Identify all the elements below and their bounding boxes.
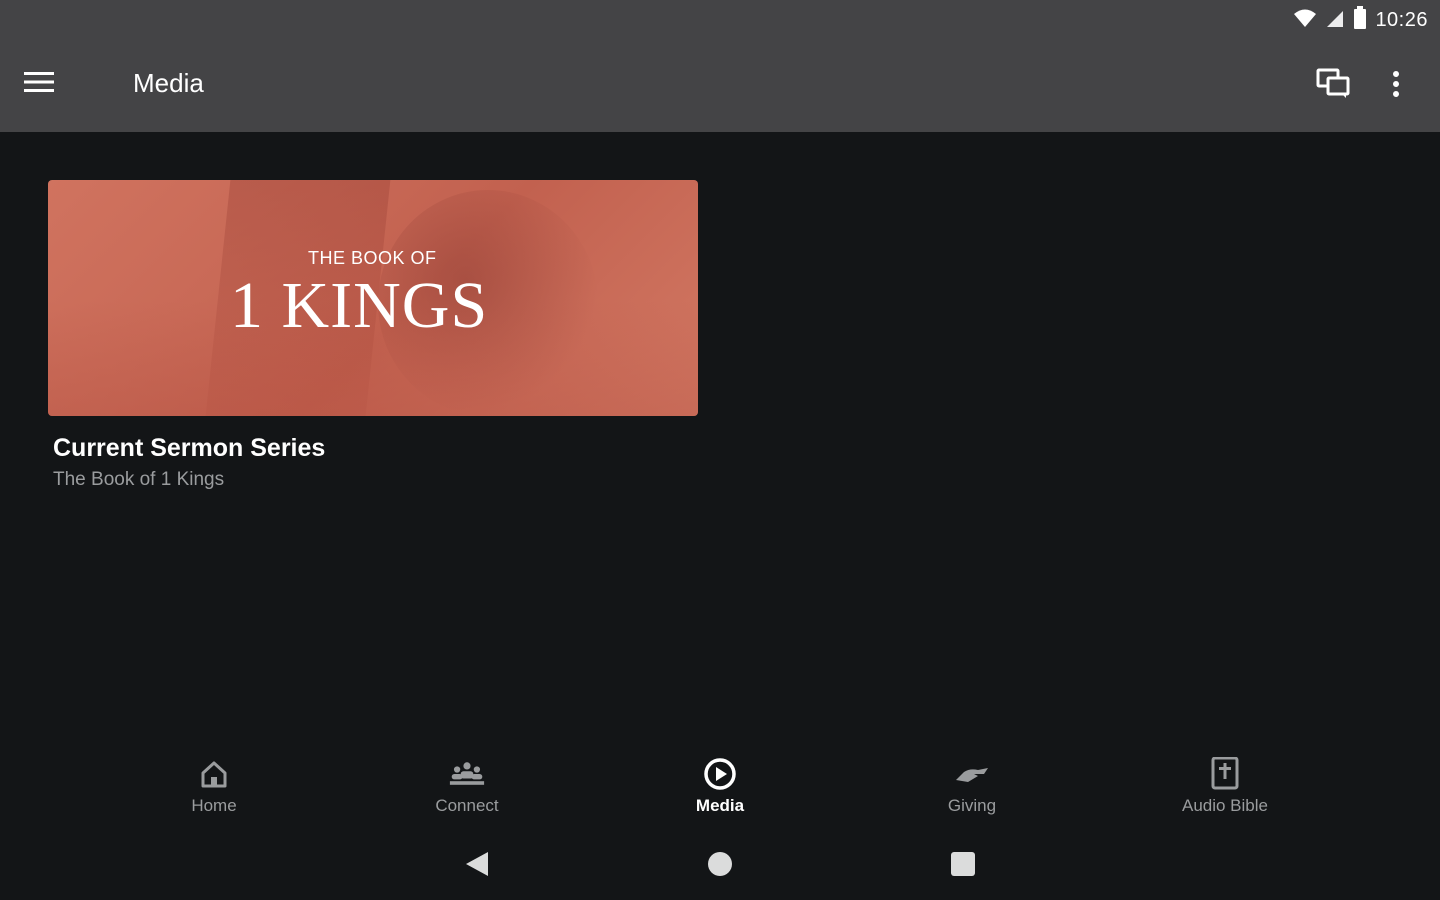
artwork-title: 1 KINGS: [230, 269, 489, 342]
home-circle-icon: [707, 851, 733, 882]
more-vert-icon: [1392, 70, 1400, 103]
app-bar: Media: [0, 40, 1440, 132]
series-artwork[interactable]: THE BOOK OF 1 KINGS: [48, 180, 698, 416]
chat-button[interactable]: [1312, 64, 1356, 108]
nav-label-connect: Connect: [435, 796, 499, 815]
card-title: Current Sermon Series: [53, 434, 326, 462]
nav-label-media: Media: [695, 796, 745, 815]
nav-label-audio-bible: Audio Bible: [1181, 796, 1268, 815]
people-icon: [449, 756, 485, 792]
nav-label-home: Home: [191, 796, 237, 815]
status-time: 10:26: [1375, 9, 1428, 31]
nav-item-connect[interactable]: Connect: [387, 756, 547, 826]
giving-hand-icon: [954, 756, 990, 792]
back-icon: [464, 850, 490, 883]
chat-icon: [1316, 68, 1352, 105]
system-home-button[interactable]: [698, 844, 742, 888]
status-icons: 10:26: [1293, 6, 1428, 35]
bottom-navigation: Home Connect Media Giving Audio Bible: [0, 740, 1440, 830]
more-options-button[interactable]: [1378, 64, 1414, 108]
nav-label-giving: Giving: [947, 796, 997, 815]
page-title: Media: [133, 68, 204, 98]
artwork-subtitle: THE BOOK OF: [308, 248, 437, 268]
wifi-icon: [1293, 8, 1317, 33]
home-icon: [196, 756, 232, 792]
recents-icon: [950, 851, 976, 882]
hamburger-menu-button[interactable]: [24, 64, 84, 104]
bible-icon: [1207, 756, 1243, 792]
battery-icon: [1353, 6, 1367, 35]
play-circle-icon: [702, 756, 738, 792]
nav-item-giving[interactable]: Giving: [892, 756, 1052, 826]
nav-item-media[interactable]: Media: [640, 756, 800, 826]
system-recents-button[interactable]: [941, 844, 985, 888]
hamburger-menu-icon: [24, 71, 54, 98]
sermon-series-card[interactable]: THE BOOK OF 1 KINGS Current Sermon Serie…: [48, 180, 698, 491]
media-content: THE BOOK OF 1 KINGS Current Sermon Serie…: [0, 132, 1440, 732]
card-subtitle: The Book of 1 Kings: [53, 469, 225, 490]
status-bar: 10:26: [0, 0, 1440, 40]
nav-item-audio-bible[interactable]: Audio Bible: [1145, 756, 1305, 826]
system-navigation-bar: [0, 830, 1440, 900]
nav-item-home[interactable]: Home: [134, 756, 294, 826]
signal-icon: [1325, 8, 1345, 33]
system-back-button[interactable]: [455, 844, 499, 888]
